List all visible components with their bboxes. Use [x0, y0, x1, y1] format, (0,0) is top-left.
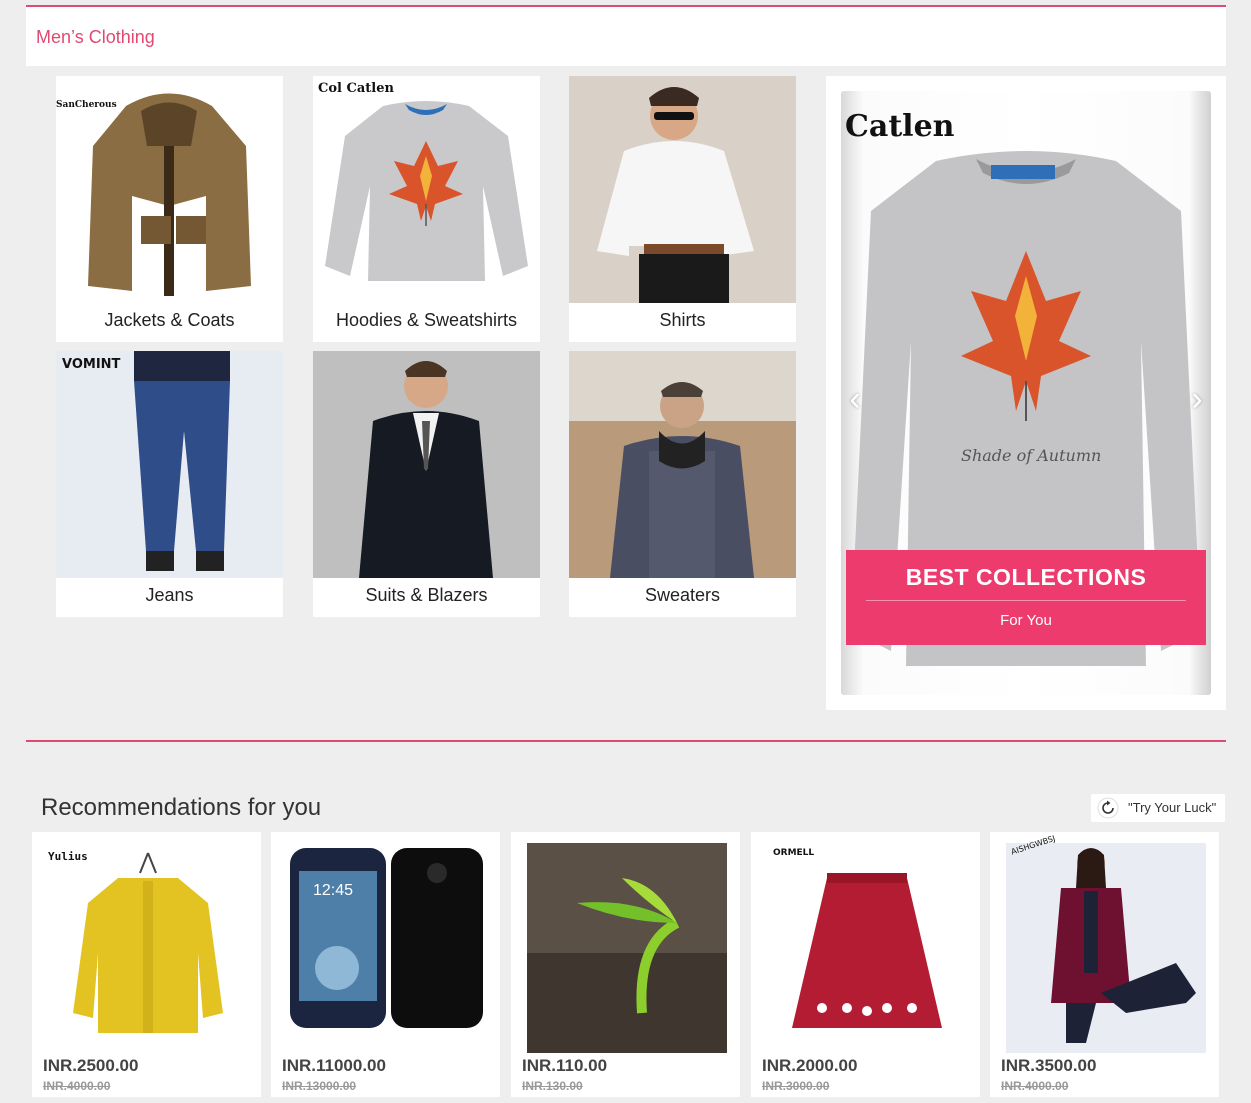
category-tile-jeans[interactable]: VOMINT Jeans	[56, 351, 283, 617]
product-old-price: INR.130.00	[522, 1079, 583, 1093]
section-title: Men’s Clothing	[36, 27, 155, 47]
product-card[interactable]: ORMELL INR.2000.00 INR.3000.00	[751, 832, 980, 1097]
promo-banner-box: Shade of Autumn Catlen ‹ › BEST COLLECTI…	[826, 76, 1226, 710]
cta-subline: For You	[1000, 612, 1052, 629]
category-label: Hoodies & Sweatshirts	[335, 310, 518, 330]
product-price: INR.110.00	[522, 1056, 608, 1075]
product-old-price: INR.13000.00	[282, 1079, 357, 1093]
category-tile-jackets-coats[interactable]: SanCherous Jackets & Coats	[56, 76, 283, 342]
sweatshirt-image	[313, 76, 540, 303]
jeans-image	[56, 351, 283, 578]
try-your-luck-label: "Try Your Luck"	[1128, 800, 1217, 815]
skirt-image	[767, 843, 967, 1053]
product-old-price: INR.4000.00	[1001, 1079, 1069, 1093]
brand-logo: VOMINT	[62, 357, 121, 372]
product-price: INR.3500.00	[1001, 1056, 1097, 1075]
category-label: Jackets & Coats	[104, 310, 235, 330]
section-divider	[26, 740, 1226, 742]
chevron-left-icon[interactable]: ‹	[843, 381, 867, 417]
category-label: Jeans	[145, 585, 194, 605]
brand-logo: ORMELL	[773, 848, 815, 858]
cta-divider	[866, 600, 1186, 601]
product-card[interactable]: AISHGWBSJ INR.3500.00 INR.4000.00	[990, 832, 1219, 1097]
sweater-image	[569, 351, 796, 578]
phone-clock: 12:45	[313, 882, 353, 899]
recommendations-title: Recommendations for you	[41, 794, 322, 821]
brand-logo: Col Catlen	[318, 81, 394, 96]
section-header: Men’s Clothing	[26, 5, 1226, 66]
product-old-price: INR.4000.00	[43, 1079, 111, 1093]
product-price: INR.2500.00	[43, 1056, 139, 1075]
jacket-image	[56, 76, 283, 303]
blazer-woman-image	[1006, 843, 1206, 1053]
category-tile-suits-blazers[interactable]: Suits & Blazers	[313, 351, 540, 617]
category-label: Shirts	[659, 310, 706, 330]
category-label: Sweaters	[644, 585, 721, 605]
shirt-image	[569, 76, 796, 303]
product-price: INR.11000.00	[282, 1056, 386, 1075]
brand-logo: SanCherous	[56, 100, 117, 110]
promo-carousel[interactable]: Shade of Autumn Catlen ‹ › BEST COLLECTI…	[841, 91, 1211, 695]
brand-logo: Yulius	[48, 850, 88, 863]
category-tile-shirts[interactable]: Shirts	[569, 76, 796, 342]
product-card[interactable]: 12:45 INR.11000.00 INR.13000.00	[271, 832, 500, 1097]
cta-headline: BEST COLLECTIONS	[905, 564, 1147, 590]
chevron-right-icon[interactable]: ›	[1185, 381, 1209, 417]
category-label: Suits & Blazers	[365, 585, 488, 605]
refresh-icon	[1097, 797, 1119, 819]
product-card[interactable]: Yulius INR.2500.00 INR.4000.00	[32, 832, 261, 1097]
try-your-luck-button[interactable]: "Try Your Luck"	[1091, 794, 1225, 822]
best-collections-cta[interactable]: BEST COLLECTIONS For You	[846, 550, 1206, 645]
product-card[interactable]: INR.110.00 INR.130.00	[511, 832, 740, 1097]
seedling-image	[527, 843, 727, 1053]
suit-image	[313, 351, 540, 578]
banner-brand-logo: Catlen	[845, 109, 955, 144]
product-price: INR.2000.00	[762, 1056, 858, 1075]
product-old-price: INR.3000.00	[762, 1079, 830, 1093]
category-tile-sweaters[interactable]: Sweaters	[569, 351, 796, 617]
cardigan-image	[48, 843, 248, 1053]
svg-text:Shade of Autumn: Shade of Autumn	[961, 446, 1101, 465]
category-tile-hoodies-sweatshirts[interactable]: Col Catlen Hoodies & Sweatshirts	[313, 76, 540, 342]
phone-image: 12:45	[287, 843, 487, 1053]
